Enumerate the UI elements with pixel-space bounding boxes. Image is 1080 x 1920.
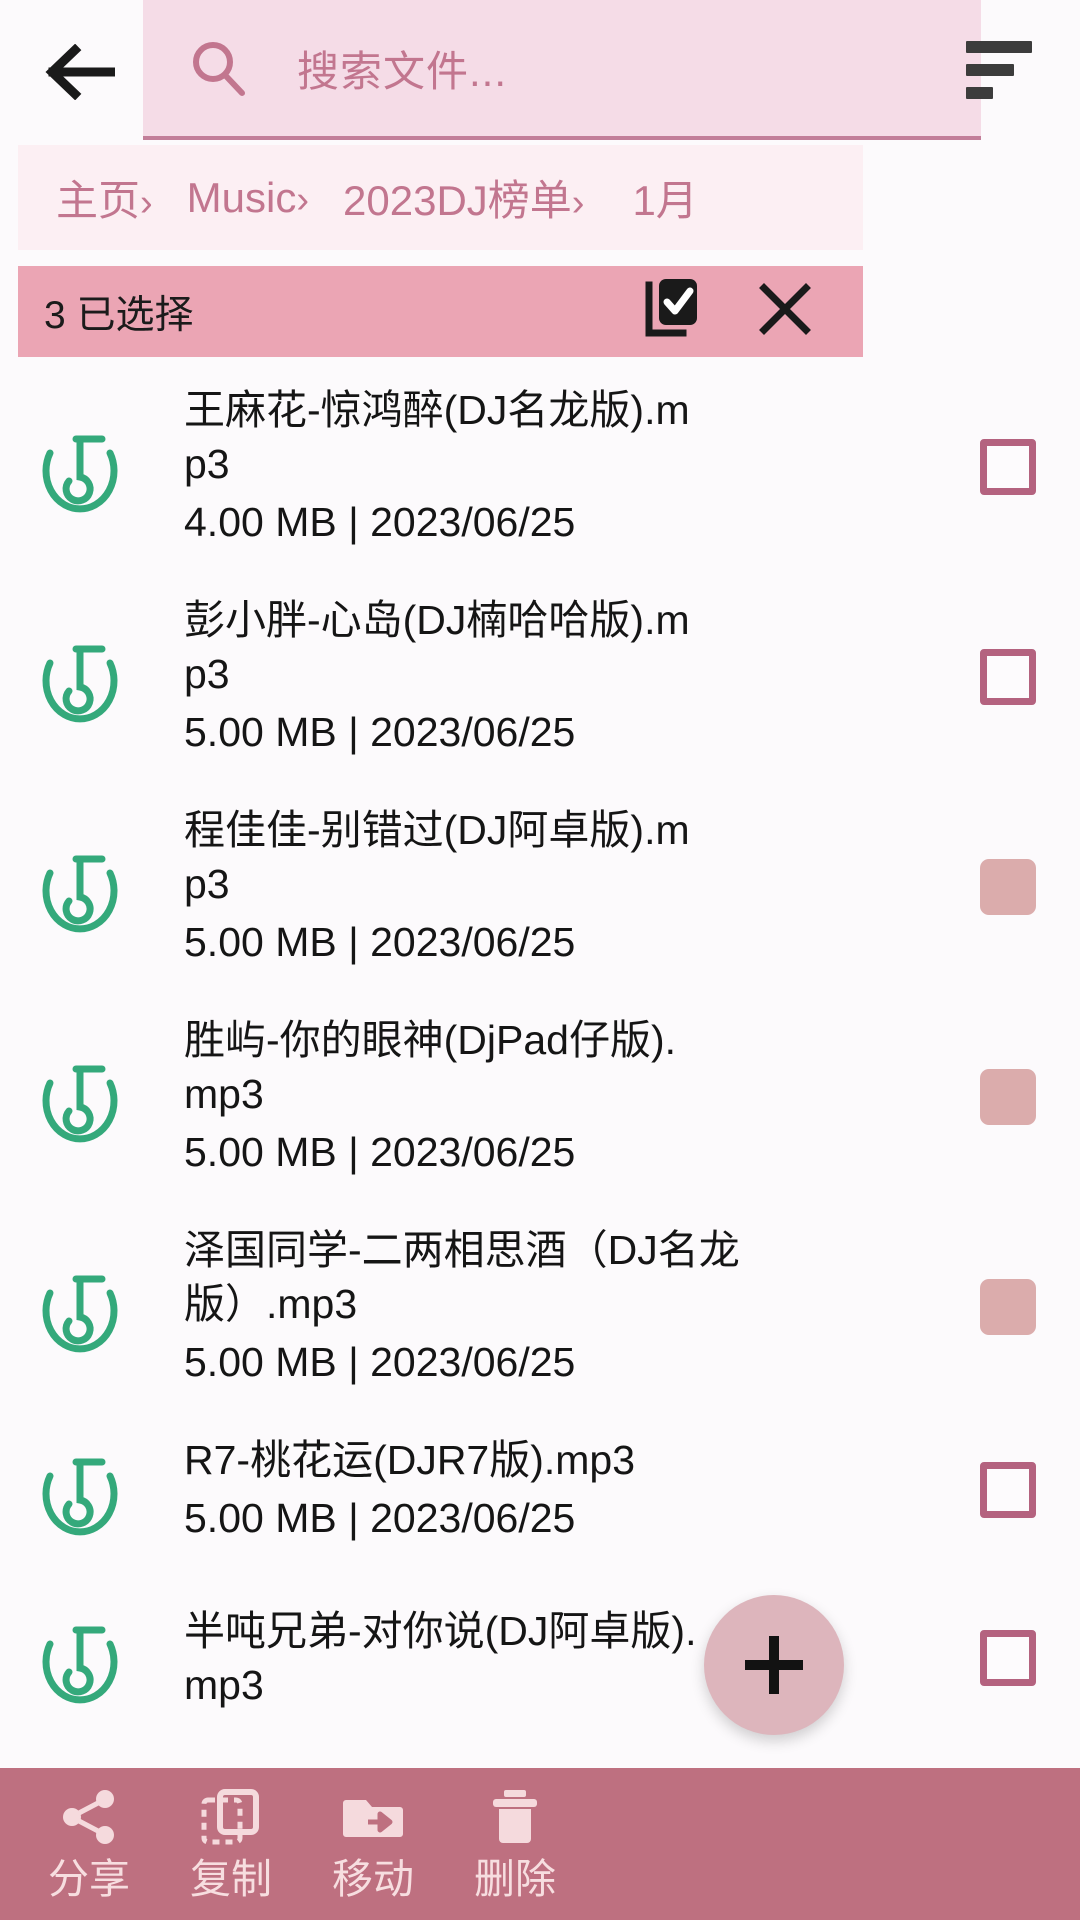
breadcrumb-label: 主页 bbox=[56, 177, 141, 224]
share-button[interactable]: 分享 bbox=[18, 1768, 160, 1920]
share-label: 分享 bbox=[48, 1856, 130, 1902]
table-row[interactable]: 彭小胖-心岛(DJ楠哈哈版).mp3 5.00 MB | 2023/06/25 bbox=[0, 572, 1080, 782]
breadcrumb-label: Music bbox=[186, 173, 297, 221]
file-checkbox[interactable] bbox=[980, 1462, 1036, 1518]
selection-action-bar: 3 已选择 bbox=[18, 266, 863, 357]
file-name: 泽国同学-二两相思酒（DJ名龙版）.mp3 bbox=[184, 1227, 740, 1327]
file-name: 彭小胖-心岛(DJ楠哈哈版).mp3 bbox=[184, 597, 690, 697]
chevron-right-icon: › bbox=[140, 182, 153, 224]
file-meta: 5.00 MB | 2023/06/25 bbox=[184, 1495, 576, 1541]
copy-label: 复制 bbox=[190, 1856, 272, 1902]
select-all-button[interactable] bbox=[643, 277, 701, 346]
table-row[interactable]: 胜屿-你的眼神(DjPad仔版).mp3 5.00 MB | 2023/06/2… bbox=[0, 992, 1080, 1202]
file-checkbox[interactable] bbox=[980, 1279, 1036, 1335]
file-meta: 4.00 MB | 2023/06/25 bbox=[184, 499, 576, 545]
music-note-icon bbox=[28, 1255, 132, 1359]
breadcrumb: 主页 › Music › 2023DJ榜单 › 1月 bbox=[18, 145, 863, 250]
file-name: 王麻花-惊鸿醉(DJ名龙版).mp3 bbox=[184, 387, 690, 487]
breadcrumb-item-music[interactable]: Music › bbox=[187, 174, 343, 222]
file-manager-screen: 搜索文件... 主页 › Music › 2023DJ榜单 › 1月 3 已选择 bbox=[0, 0, 1080, 1920]
search-icon bbox=[187, 37, 249, 99]
file-name: 胜屿-你的眼神(DjPad仔版).mp3 bbox=[184, 1017, 677, 1117]
file-meta: 5.00 MB | 2023/06/25 bbox=[184, 1129, 576, 1175]
sort-button[interactable] bbox=[962, 30, 1052, 110]
file-checkbox[interactable] bbox=[980, 1630, 1036, 1686]
file-info: R7-桃花运(DJR7版).mp3 5.00 MB | 2023/06/25 bbox=[184, 1433, 980, 1547]
file-meta: 5.00 MB | 2023/06/25 bbox=[184, 1339, 576, 1385]
table-row[interactable]: R7-桃花运(DJR7版).mp3 5.00 MB | 2023/06/25 bbox=[0, 1412, 1080, 1568]
share-icon bbox=[58, 1786, 120, 1848]
file-name: 半吨兄弟-对你说(DJ阿卓版).mp3 bbox=[184, 1608, 697, 1708]
add-button[interactable] bbox=[704, 1595, 844, 1735]
breadcrumb-label: 2023DJ榜单 bbox=[343, 177, 572, 224]
table-row[interactable]: 泽国同学-二两相思酒（DJ名龙版）.mp3 5.00 MB | 2023/06/… bbox=[0, 1202, 1080, 1412]
music-note-icon bbox=[28, 625, 132, 729]
file-checkbox[interactable] bbox=[980, 439, 1036, 495]
file-info: 泽国同学-二两相思酒（DJ名龙版）.mp3 5.00 MB | 2023/06/… bbox=[184, 1223, 980, 1391]
music-note-icon bbox=[28, 835, 132, 939]
back-button[interactable] bbox=[30, 22, 130, 122]
table-row[interactable]: 程佳佳-别错过(DJ阿卓版).mp3 5.00 MB | 2023/06/25 bbox=[0, 782, 1080, 992]
top-app-bar: 搜索文件... bbox=[0, 0, 1080, 143]
file-checkbox[interactable] bbox=[980, 1069, 1036, 1125]
chevron-right-icon: › bbox=[571, 182, 585, 224]
move-label: 移动 bbox=[332, 1856, 414, 1902]
close-x-icon bbox=[759, 283, 811, 335]
delete-label: 删除 bbox=[474, 1856, 556, 1902]
file-name: R7-桃花运(DJR7版).mp3 bbox=[184, 1437, 636, 1483]
breadcrumb-item-january[interactable]: 1月 bbox=[632, 167, 697, 228]
file-info: 王麻花-惊鸿醉(DJ名龙版).mp3 4.00 MB | 2023/06/25 bbox=[184, 383, 980, 551]
music-note-icon bbox=[28, 415, 132, 519]
delete-button[interactable]: 删除 bbox=[444, 1768, 586, 1920]
selected-count-label: 3 已选择 bbox=[44, 293, 194, 337]
breadcrumb-item-home[interactable]: 主页 › bbox=[56, 167, 187, 228]
sort-lines-icon bbox=[966, 41, 1032, 53]
search-input[interactable]: 搜索文件... bbox=[297, 38, 507, 99]
file-checkbox[interactable] bbox=[980, 859, 1036, 915]
copy-icon bbox=[200, 1786, 262, 1848]
file-name: 程佳佳-别错过(DJ阿卓版).mp3 bbox=[184, 807, 690, 907]
file-info: 半吨兄弟-对你说(DJ阿卓版).mp3 bbox=[184, 1604, 980, 1712]
trash-icon bbox=[484, 1786, 546, 1848]
table-row[interactable]: 王麻花-惊鸿醉(DJ名龙版).mp3 4.00 MB | 2023/06/25 bbox=[0, 362, 1080, 572]
music-note-icon bbox=[28, 1606, 132, 1710]
file-meta: 5.00 MB | 2023/06/25 bbox=[184, 919, 576, 965]
breadcrumb-label: 1月 bbox=[632, 177, 698, 224]
file-info: 程佳佳-别错过(DJ阿卓版).mp3 5.00 MB | 2023/06/25 bbox=[184, 803, 980, 971]
selection-bottom-toolbar: 分享 复制 移动 删除 bbox=[0, 1768, 1080, 1920]
file-info: 彭小胖-心岛(DJ楠哈哈版).mp3 5.00 MB | 2023/06/25 bbox=[184, 593, 980, 761]
copy-button[interactable]: 复制 bbox=[160, 1768, 302, 1920]
music-note-icon bbox=[28, 1045, 132, 1149]
search-bar[interactable]: 搜索文件... bbox=[143, 0, 981, 140]
file-meta: 5.00 MB | 2023/06/25 bbox=[184, 709, 576, 755]
move-folder-icon bbox=[342, 1786, 404, 1848]
music-note-icon bbox=[28, 1438, 132, 1542]
selection-bar-actions bbox=[643, 277, 813, 346]
file-info: 胜屿-你的眼神(DjPad仔版).mp3 5.00 MB | 2023/06/2… bbox=[184, 1013, 980, 1181]
table-row[interactable]: 半吨兄弟-对你说(DJ阿卓版).mp3 bbox=[0, 1568, 1080, 1748]
move-button[interactable]: 移动 bbox=[302, 1768, 444, 1920]
arrow-left-icon bbox=[45, 44, 115, 100]
chevron-right-icon: › bbox=[296, 178, 310, 221]
file-list: 王麻花-惊鸿醉(DJ名龙版).mp3 4.00 MB | 2023/06/25 … bbox=[0, 362, 1080, 1748]
select-all-checkbox-icon bbox=[645, 279, 697, 337]
close-selection-button[interactable] bbox=[757, 281, 813, 342]
file-checkbox[interactable] bbox=[980, 649, 1036, 705]
breadcrumb-item-dj-chart[interactable]: 2023DJ榜单 › bbox=[343, 167, 618, 228]
